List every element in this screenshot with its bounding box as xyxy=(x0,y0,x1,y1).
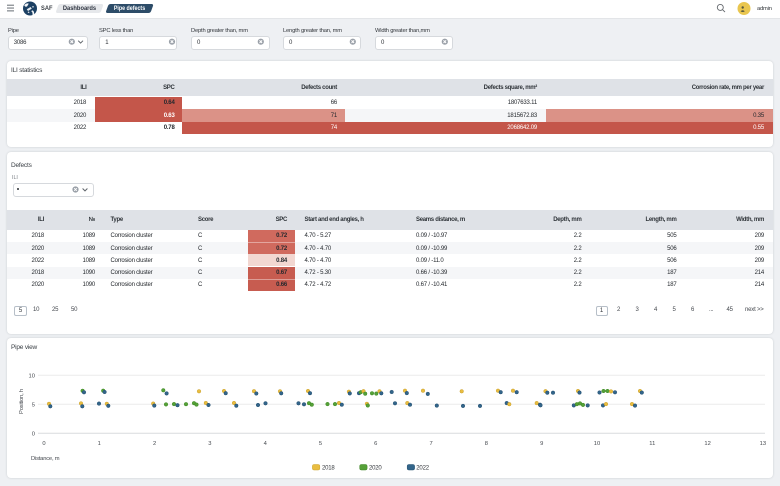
svg-text:10: 10 xyxy=(594,441,600,447)
svg-text:7: 7 xyxy=(429,441,432,447)
svg-text:4: 4 xyxy=(264,441,268,447)
svg-text:6: 6 xyxy=(374,441,377,447)
svg-text:2022: 2022 xyxy=(416,466,429,472)
svg-text:12: 12 xyxy=(704,441,710,447)
svg-text:3: 3 xyxy=(208,441,211,447)
svg-text:2020: 2020 xyxy=(369,466,382,472)
svg-text:2: 2 xyxy=(153,441,156,447)
svg-text:5: 5 xyxy=(319,441,322,447)
svg-text:Position, h: Position, h xyxy=(19,389,25,414)
svg-text:11: 11 xyxy=(649,441,655,447)
svg-text:0: 0 xyxy=(42,441,45,447)
svg-text:8: 8 xyxy=(485,441,488,447)
svg-text:10: 10 xyxy=(29,374,35,380)
svg-text:Distance, m: Distance, m xyxy=(31,456,60,462)
svg-text:0: 0 xyxy=(32,432,35,438)
svg-text:13: 13 xyxy=(760,441,766,447)
svg-text:9: 9 xyxy=(540,441,543,447)
svg-text:5: 5 xyxy=(32,403,35,409)
svg-text:2018: 2018 xyxy=(322,466,335,472)
svg-text:1: 1 xyxy=(98,441,101,447)
